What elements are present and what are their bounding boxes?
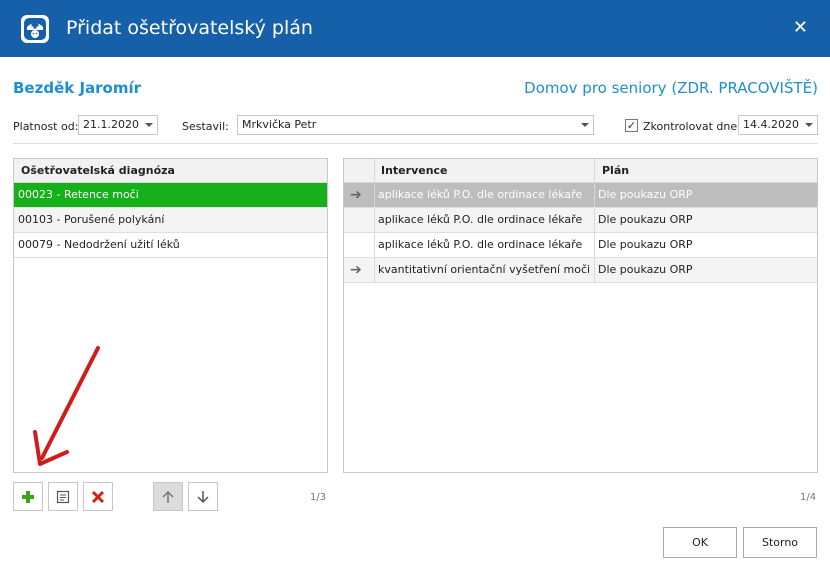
table-row[interactable]: ➔ kvantitativní orientační vyšetření moč…: [344, 258, 817, 283]
author-label: Sestavil:: [182, 120, 229, 133]
intervention-column-header: Intervence: [381, 164, 448, 177]
intervention-cell: kvantitativní orientační vyšetření moči: [378, 263, 591, 276]
window-title: Přidat ošetřovatelský plán: [66, 17, 313, 39]
edit-button[interactable]: [48, 482, 78, 511]
plan-cell: Dle poukazu ORP: [598, 213, 693, 226]
check-date-label: Zkontrolovat dne:: [643, 120, 741, 133]
move-down-button[interactable]: [188, 482, 218, 511]
author-value: Mrkvička Petr: [242, 118, 317, 131]
cancel-button[interactable]: Storno: [743, 527, 817, 558]
list-item[interactable]: 00103 - Porušené polykání: [14, 208, 327, 233]
annotation-arrow: [33, 346, 100, 466]
list-item[interactable]: 00079 - Nedodržení užití léků: [14, 233, 327, 258]
table-row[interactable]: aplikace léků P.O. dle ordinace lékaře D…: [344, 208, 817, 233]
arrow-down-icon: [197, 490, 209, 503]
plan-column-header: Plán: [602, 164, 630, 177]
row-arrow-icon: ➔: [350, 187, 362, 203]
add-icon: [22, 490, 34, 503]
check-date-field[interactable]: 14.4.2020: [738, 115, 818, 135]
valid-from-label: Platnost od:: [13, 120, 79, 133]
patient-name: Bezděk Jaromír: [13, 79, 142, 97]
valid-from-value: 21.1.2020: [83, 118, 139, 131]
author-select[interactable]: Mrkvička Petr: [237, 115, 594, 135]
intervention-header-row: Intervence Plán: [344, 159, 817, 183]
divider: [13, 143, 818, 144]
diagnosis-header-label: Ošetřovatelská diagnóza: [21, 164, 175, 177]
diagnosis-text: 00023 - Retence moči: [18, 188, 139, 201]
intervention-cell: aplikace léků P.O. dle ordinace lékaře: [378, 213, 583, 226]
delete-button[interactable]: [83, 482, 113, 511]
row-arrow-icon: ➔: [350, 262, 362, 278]
nurse-icon: [21, 15, 49, 43]
diagnosis-text: 00079 - Nedodržení užití léků: [18, 238, 180, 251]
intervention-cell: aplikace léků P.O. dle ordinace lékaře: [378, 238, 583, 251]
chevron-down-icon: [581, 123, 589, 127]
intervention-cell: aplikace léků P.O. dle ordinace lékaře: [378, 188, 583, 201]
diagnosis-header: Ošetřovatelská diagnóza: [14, 159, 327, 183]
chevron-down-icon: [805, 123, 813, 127]
plan-cell: Dle poukazu ORP: [598, 188, 693, 201]
table-row[interactable]: ➔ aplikace léků P.O. dle ordinace lékaře…: [344, 183, 817, 208]
close-icon[interactable]: ✕: [793, 18, 808, 38]
table-row[interactable]: aplikace léků P.O. dle ordinace lékaře D…: [344, 233, 817, 258]
edit-icon: [56, 490, 70, 503]
move-up-button[interactable]: [153, 482, 183, 511]
diagnosis-text: 00103 - Porušené polykání: [18, 213, 165, 226]
intervention-count: 1/4: [800, 492, 817, 503]
valid-from-field[interactable]: 21.1.2020: [78, 115, 158, 135]
ok-button[interactable]: OK: [663, 527, 737, 558]
list-item[interactable]: 00023 - Retence moči: [14, 183, 327, 208]
plan-cell: Dle poukazu ORP: [598, 263, 693, 276]
facility-name: Domov pro seniory (ZDR. PRACOVIŠTĚ): [524, 79, 818, 97]
diagnosis-count: 1/3: [310, 492, 327, 503]
check-date-checkbox[interactable]: ✓: [625, 119, 638, 132]
chevron-down-icon: [145, 123, 153, 127]
delete-icon: [91, 490, 105, 503]
plan-cell: Dle poukazu ORP: [598, 238, 693, 251]
intervention-table: Intervence Plán ➔ aplikace léků P.O. dle…: [343, 158, 818, 473]
check-date-value: 14.4.2020: [743, 118, 799, 131]
add-button[interactable]: [13, 482, 43, 511]
title-bar: Přidat ošetřovatelský plán ✕: [0, 0, 830, 57]
arrow-up-icon: [162, 490, 174, 503]
